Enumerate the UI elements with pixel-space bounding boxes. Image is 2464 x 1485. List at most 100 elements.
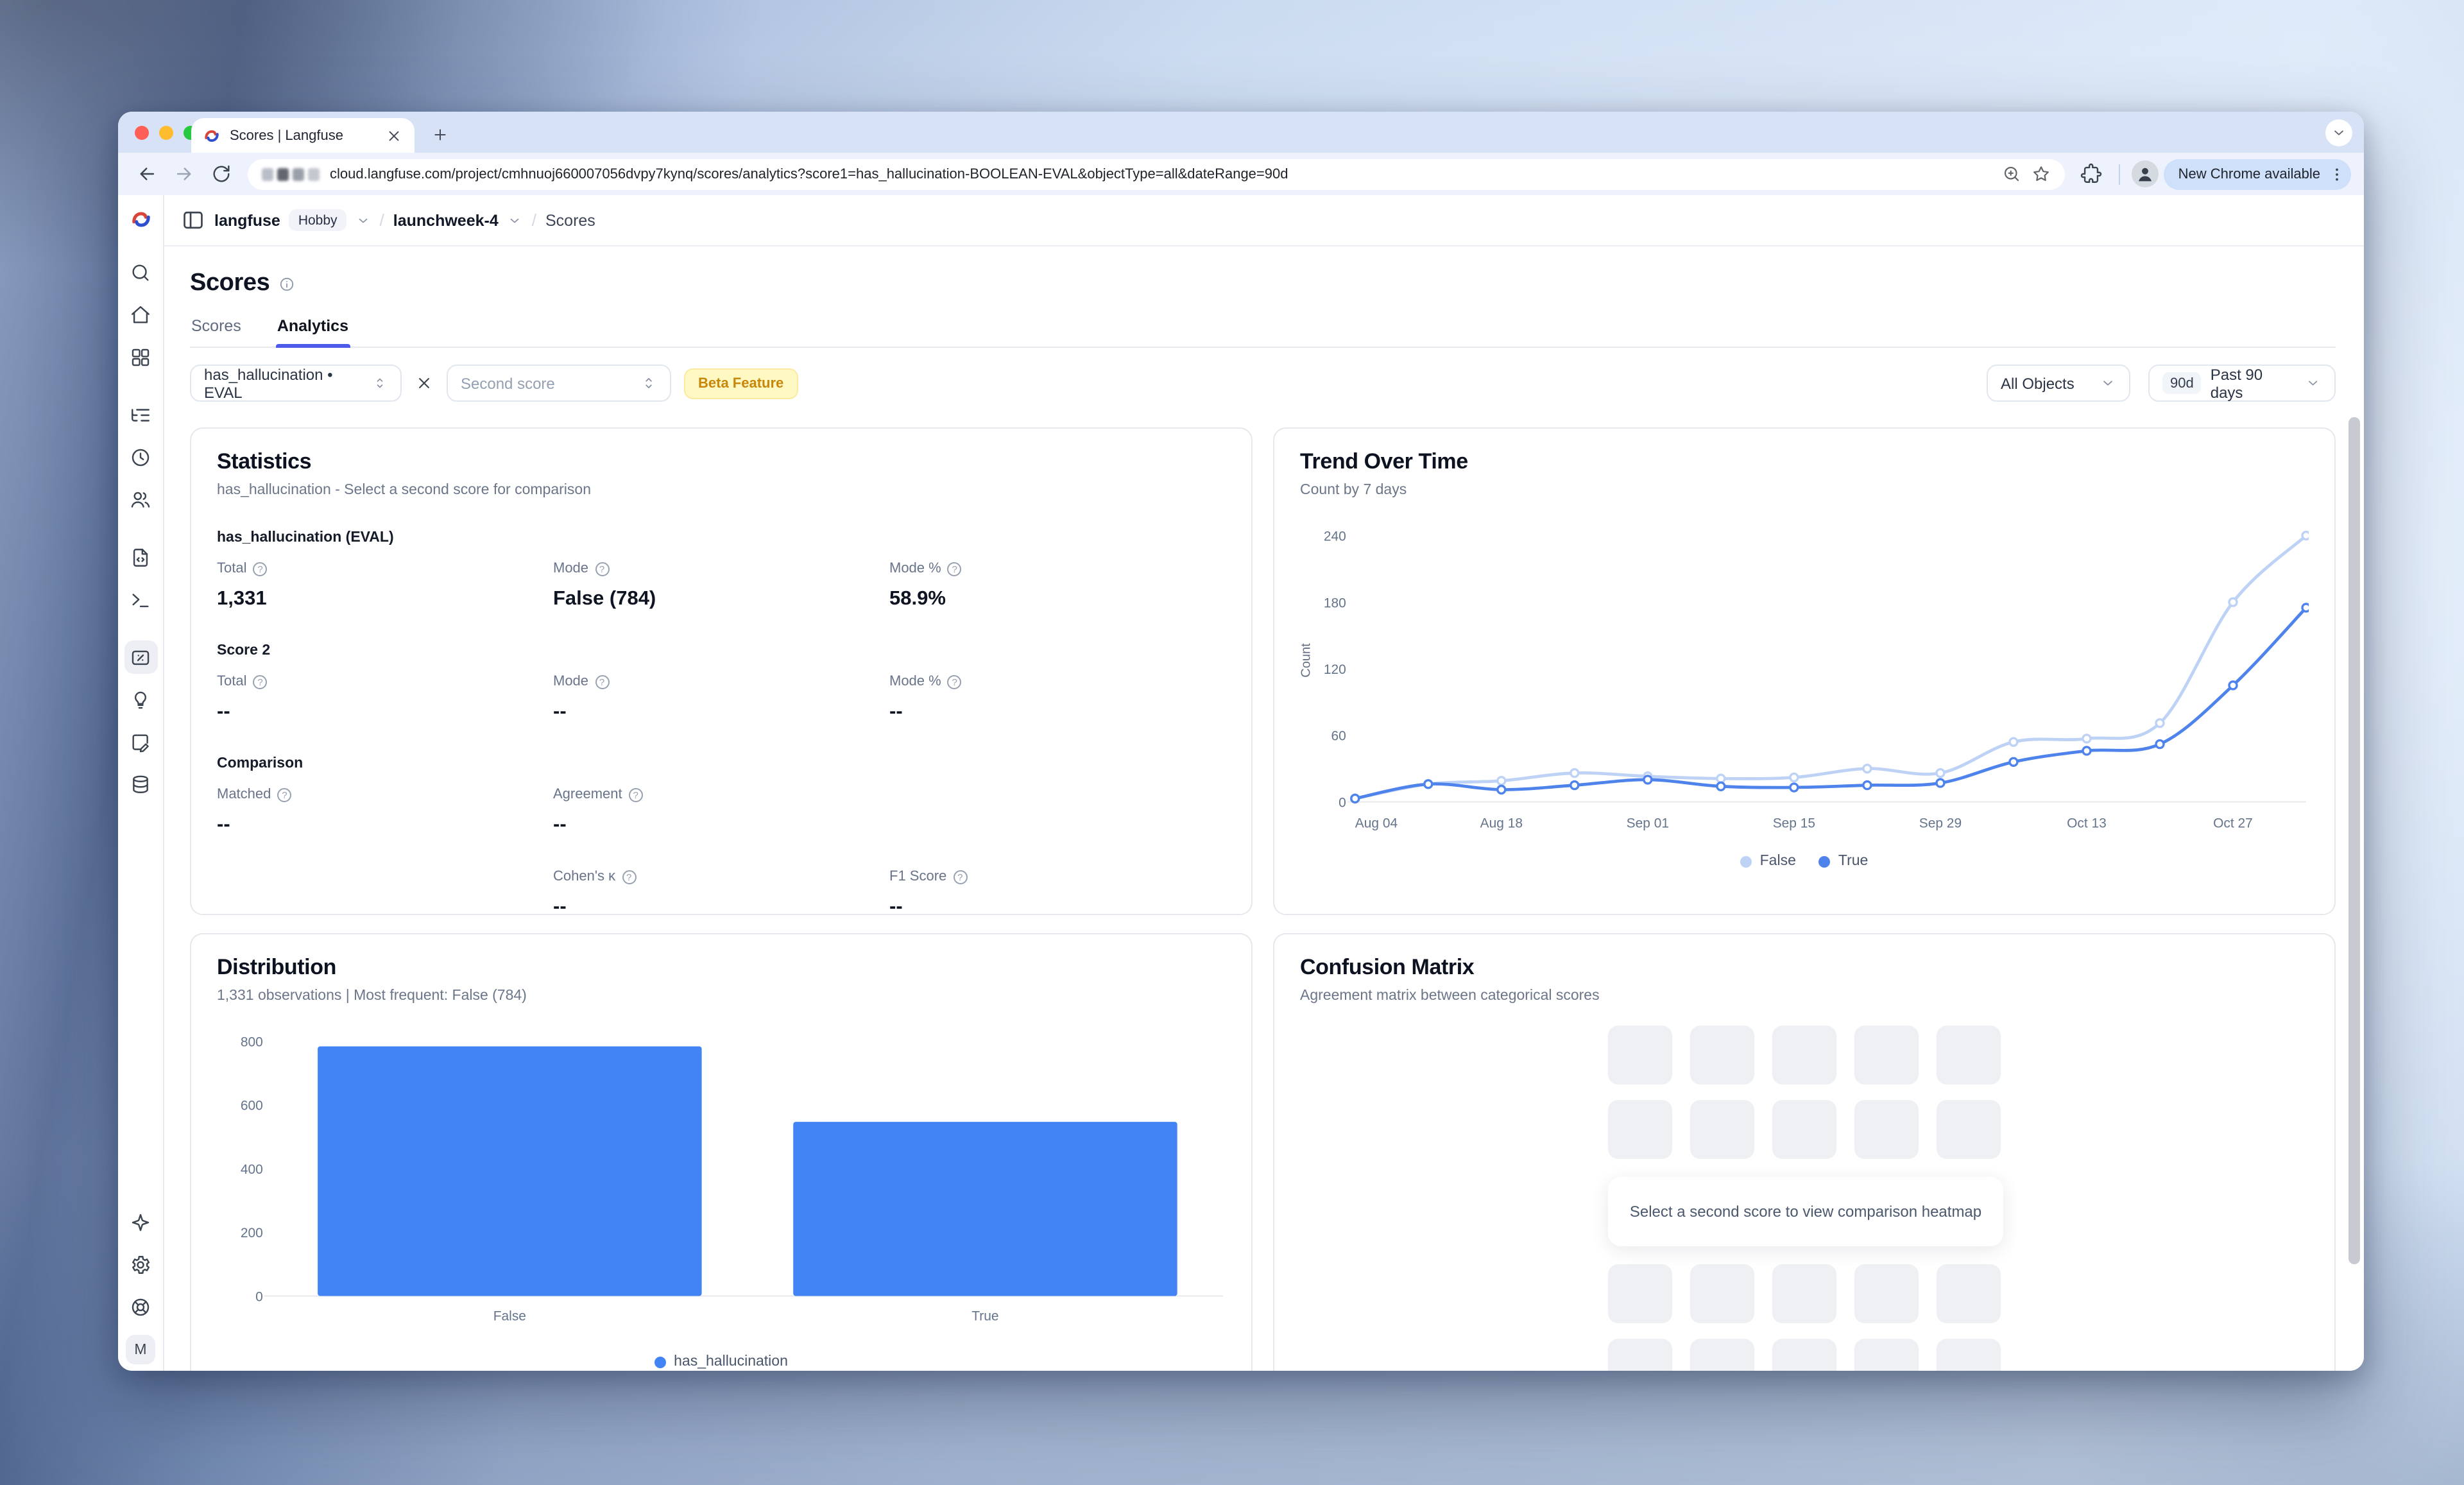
sidebar-item-support[interactable] xyxy=(124,1290,157,1323)
metric-total-2: Total -- xyxy=(217,674,553,724)
sidebar-item-prompts[interactable] xyxy=(124,540,157,574)
chevrons-up-down-icon xyxy=(640,375,657,391)
help-icon[interactable] xyxy=(629,787,643,802)
beta-feature-badge: Beta Feature xyxy=(684,368,798,399)
tab-search-chevron-icon[interactable] xyxy=(2325,119,2352,146)
svg-text:0: 0 xyxy=(1339,795,1346,810)
sidebar-item-scores[interactable] xyxy=(124,640,157,674)
refresh-button[interactable] xyxy=(210,163,232,185)
org-chevron-icon[interactable] xyxy=(355,212,371,228)
url-text: cloud.langfuse.com/project/cmhnuoj660007… xyxy=(330,166,1992,182)
dashboard-icon xyxy=(130,346,151,368)
tab-close-icon[interactable] xyxy=(385,126,403,144)
metric-matched: Matched -- xyxy=(217,787,553,837)
metric-cohens-kappa: Cohen's κ -- xyxy=(553,869,889,919)
distribution-title: Distribution xyxy=(217,955,1226,981)
chevron-down-icon xyxy=(2306,375,2322,391)
help-icon[interactable] xyxy=(622,870,636,884)
address-bar[interactable]: cloud.langfuse.com/project/cmhnuoj660007… xyxy=(248,159,2066,189)
chevron-down-icon xyxy=(2100,375,2116,391)
langfuse-app: M langfuse Hobby / launchweek-4 / Scores xyxy=(118,195,2364,1371)
user-avatar[interactable]: M xyxy=(126,1335,155,1364)
window-controls[interactable] xyxy=(135,126,198,140)
sidebar-item-whats-new[interactable] xyxy=(124,1205,157,1239)
sidebar-toggle-icon[interactable] xyxy=(181,208,205,232)
help-icon[interactable] xyxy=(277,787,291,802)
langfuse-favicon xyxy=(203,126,221,144)
close-window-button[interactable] xyxy=(135,126,149,140)
forward-button[interactable] xyxy=(173,163,195,185)
sidebar-item-llm-as-a-judge[interactable] xyxy=(124,683,157,716)
bookmark-star-icon[interactable] xyxy=(2032,164,2051,184)
back-button[interactable] xyxy=(136,163,158,185)
help-icon[interactable] xyxy=(253,674,268,689)
score2-select[interactable]: Second score xyxy=(447,365,671,402)
terminal-icon xyxy=(130,588,151,610)
heatmap-placeholder-cell xyxy=(1690,1026,1754,1085)
legend-item-false: False xyxy=(1741,854,1796,869)
svg-text:60: 60 xyxy=(1331,729,1346,744)
sidebar-item-settings[interactable] xyxy=(124,1248,157,1281)
sidebar-item-tracing[interactable] xyxy=(124,398,157,431)
distribution-legend: has_hallucination xyxy=(217,1354,1226,1369)
confusion-title: Confusion Matrix xyxy=(1300,955,2309,981)
sidebar-item-datasets[interactable] xyxy=(124,768,157,801)
sidebar-item-annotation-queues[interactable] xyxy=(124,725,157,759)
score1-select[interactable]: has_hallucination • EVAL xyxy=(190,365,402,402)
help-icon[interactable] xyxy=(948,562,962,576)
heatmap-placeholder-cell xyxy=(1608,1100,1672,1159)
sidebar-nav xyxy=(124,246,157,801)
org-name[interactable]: langfuse xyxy=(214,211,280,229)
gear-icon xyxy=(130,1253,151,1275)
sidebar-item-playground[interactable] xyxy=(124,583,157,616)
heatmap-placeholder-cell xyxy=(1772,1100,1836,1159)
sidebar-item-search[interactable] xyxy=(124,255,157,289)
help-icon[interactable] xyxy=(953,870,967,884)
sidebar: M xyxy=(118,195,164,1371)
help-icon[interactable] xyxy=(948,674,962,689)
desktop: Scores | Langfuse cloud.langfuse.com/pro… xyxy=(0,0,2464,1485)
profile-avatar[interactable] xyxy=(2132,160,2159,187)
score1-heading: has_hallucination (EVAL) xyxy=(217,530,1226,545)
help-icon[interactable] xyxy=(595,674,609,689)
tab-scores[interactable]: Scores xyxy=(190,317,243,347)
legend-item-has_hallucination: has_hallucination xyxy=(654,1354,788,1369)
clear-score1-icon[interactable] xyxy=(415,373,434,393)
breadcrumb: langfuse Hobby / launchweek-4 / Scores xyxy=(164,195,2364,246)
heatmap-placeholder-cell xyxy=(1690,1339,1754,1371)
redacted-site-chip xyxy=(262,167,320,180)
heatmap-placeholder-top xyxy=(1608,1026,2001,1159)
clock-icon xyxy=(130,446,151,468)
info-icon[interactable] xyxy=(278,275,295,292)
browser-tab[interactable]: Scores | Langfuse xyxy=(191,118,415,153)
langfuse-logo-icon[interactable] xyxy=(129,208,152,231)
app-main: langfuse Hobby / launchweek-4 / Scores S… xyxy=(164,195,2364,1371)
sidebar-item-users[interactable] xyxy=(124,483,157,516)
trend-subtitle: Count by 7 days xyxy=(1300,483,2309,498)
sidebar-item-sessions[interactable] xyxy=(124,440,157,474)
trend-line-chart: 060120180240Aug 04Aug 18Sep 01Sep 15Sep … xyxy=(1300,515,2309,838)
distribution-subtitle: 1,331 observations | Most frequent: Fals… xyxy=(217,988,1226,1004)
sidebar-item-dashboards[interactable] xyxy=(124,340,157,373)
project-name[interactable]: launchweek-4 xyxy=(393,211,499,229)
new-chrome-button[interactable]: New Chrome available xyxy=(2164,159,2351,189)
tab-analytics[interactable]: Analytics xyxy=(276,317,350,347)
help-icon[interactable] xyxy=(595,562,609,576)
help-icon[interactable] xyxy=(253,562,268,576)
statistics-title: Statistics xyxy=(217,449,1226,475)
page-scrollbar[interactable] xyxy=(2348,417,2360,1264)
minimize-window-button[interactable] xyxy=(159,126,173,140)
date-range-badge: 90d xyxy=(2162,372,2202,394)
browser-menu-icon[interactable] xyxy=(2328,165,2346,183)
new-tab-button[interactable] xyxy=(427,122,453,148)
project-chevron-icon[interactable] xyxy=(508,212,523,228)
breadcrumb-separator: / xyxy=(532,210,536,230)
sidebar-item-home[interactable] xyxy=(124,298,157,331)
clipboard-pen-icon xyxy=(130,731,151,753)
date-range-select[interactable]: 90d Past 90 days xyxy=(2148,365,2336,402)
object-type-select[interactable]: All Objects xyxy=(1987,365,2130,402)
extensions-icon[interactable] xyxy=(2081,163,2103,185)
home-icon xyxy=(130,304,151,325)
zoom-icon[interactable] xyxy=(2003,164,2022,184)
heatmap-placeholder-cell xyxy=(1772,1264,1836,1323)
